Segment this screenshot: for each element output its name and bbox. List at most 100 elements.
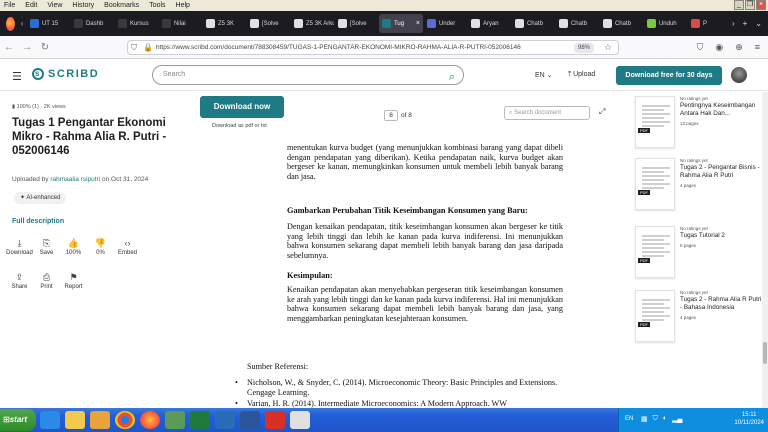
browser-tab[interactable]: Z5 3K — [203, 14, 246, 33]
browser-tab[interactable]: Aryan — [468, 14, 511, 33]
word-icon[interactable] — [240, 411, 260, 429]
reload-icon[interactable]: ↻ — [36, 42, 54, 53]
report-button[interactable]: ⚑ Report — [60, 272, 87, 290]
download-as-pdf-text[interactable]: Download as pdf or txt — [212, 123, 267, 129]
start-button[interactable]: ⊞start — [0, 409, 36, 431]
related-document-card[interactable]: PDF No ratings yet Pentingnya Keseimbangan… — [635, 96, 765, 154]
site-search-input[interactable]: Search ⌕ — [152, 65, 464, 85]
language-selector[interactable]: EN ⌄ — [535, 71, 553, 79]
firefox-icon[interactable] — [6, 16, 15, 31]
back-icon[interactable]: ← — [0, 42, 18, 53]
related-document-card[interactable]: PDF No ratings yet Tugas 2 - Pengantar Bis… — [635, 158, 765, 216]
paint-icon[interactable] — [290, 411, 310, 429]
tab-scroll-right-icon[interactable]: › — [732, 19, 735, 28]
lock-icon[interactable]: 🔒 — [143, 43, 153, 52]
document-search-input[interactable]: ⌕ Search document — [504, 106, 590, 120]
scrollbar-thumb[interactable] — [763, 342, 767, 364]
fullscreen-icon[interactable]: ⤢ — [599, 107, 605, 117]
browser-tab[interactable]: Unduh — [644, 14, 687, 33]
browser-tab[interactable]: [Solve — [247, 14, 290, 33]
extensions-icon[interactable]: ⊕ — [735, 42, 743, 53]
volume-icon[interactable]: ◐ — [663, 415, 667, 423]
document-thumbnail[interactable]: PDF — [635, 226, 675, 278]
menu-help[interactable]: Help — [176, 2, 190, 9]
browser-tab[interactable]: Nilai — [159, 14, 202, 33]
bookmark-star-icon[interactable]: ☆ — [604, 42, 612, 53]
menu-file[interactable]: File — [4, 2, 15, 9]
restore-button[interactable]: ❐ — [745, 0, 755, 10]
zoom-level[interactable]: 98% — [573, 43, 594, 53]
menu-tools[interactable]: Tools — [149, 2, 165, 9]
list-tabs-icon[interactable]: ⌄ — [755, 19, 762, 28]
close-tab-icon[interactable]: × — [416, 20, 420, 27]
menu-history[interactable]: History — [72, 2, 94, 9]
forward-icon[interactable]: → — [18, 42, 36, 53]
account-icon[interactable]: ◉ — [715, 42, 723, 53]
chrome-icon[interactable] — [115, 411, 135, 429]
network-icon[interactable]: ▦ — [641, 415, 648, 423]
media-icon[interactable] — [90, 411, 110, 429]
ie-icon[interactable] — [40, 411, 60, 429]
related-title[interactable]: Tugas Tutorial 2 — [680, 232, 765, 240]
browser-tab[interactable]: Z5 3K Arkus — [291, 14, 334, 33]
tool-icon[interactable] — [165, 411, 185, 429]
related-document-card[interactable]: PDF No ratings yet Tugas Tutorial 2 5 pages — [635, 226, 765, 284]
browser-tab[interactable]: UT 15 — [27, 14, 70, 33]
firefox-taskbar-icon[interactable] — [140, 411, 160, 429]
embed-button[interactable]: ‹› Embed — [114, 238, 141, 256]
download-now-button[interactable]: Download now — [200, 96, 284, 118]
menu-view[interactable]: View — [47, 2, 62, 9]
excel-icon[interactable] — [190, 411, 210, 429]
browser-tab[interactable]: Dashb — [71, 14, 114, 33]
signal-icon[interactable]: ▂▄ — [672, 415, 682, 423]
0--button[interactable]: 👎 0% — [87, 238, 114, 256]
tray-language[interactable]: EN — [625, 416, 633, 422]
pdf-icon[interactable] — [265, 411, 285, 429]
url-bar[interactable]: ⛉ 🔒 https://www.scribd.com/document/7883… — [127, 40, 619, 55]
browser-tab[interactable]: Kursus — [115, 14, 158, 33]
share-button[interactable]: ⇪ Share — [6, 272, 33, 290]
uploader-link[interactable]: rahmaalia rsiputri — [50, 176, 100, 183]
print-button[interactable]: ⎙ Print — [33, 272, 60, 290]
clock[interactable]: 15:11 10/11/2024 — [734, 411, 764, 427]
new-tab-icon[interactable]: + — [743, 19, 748, 28]
menu-bookmarks[interactable]: Bookmarks — [104, 2, 139, 9]
related-title[interactable]: Tugas 2 - Pengantar Bisnis - Rahma Alia … — [680, 164, 765, 180]
page-number-input[interactable]: 8 — [384, 110, 398, 121]
document-thumbnail[interactable]: PDF — [635, 290, 675, 342]
scrollbar[interactable] — [762, 92, 768, 408]
menu-icon[interactable]: ≡ — [755, 42, 760, 53]
document-thumbnail[interactable]: PDF — [635, 96, 675, 148]
shield-icon[interactable]: ⛉ — [131, 43, 137, 53]
100--button[interactable]: 👍 100% — [60, 238, 87, 256]
app-icon[interactable] — [215, 411, 235, 429]
download-free-button[interactable]: Download free for 30 days — [616, 66, 722, 85]
related-title[interactable]: Pentingnya Keseimbangan Antara Hak Dan..… — [680, 102, 765, 118]
browser-tab[interactable]: Chatb — [600, 14, 643, 33]
browser-tab[interactable]: Chatb — [512, 14, 555, 33]
folder-icon[interactable] — [65, 411, 85, 429]
scribd-logo[interactable]: s SCRIBD — [32, 68, 99, 80]
hamburger-menu-icon[interactable]: ☰ — [12, 70, 22, 83]
upload-button[interactable]: ⤒ Upload — [568, 71, 595, 79]
close-window-button[interactable]: × — [756, 0, 766, 10]
search-icon[interactable]: ⌕ — [449, 68, 455, 86]
tab-favicon-icon — [426, 19, 436, 28]
full-description-link[interactable]: Full description — [12, 218, 64, 225]
related-document-card[interactable]: PDF No ratings yet Tugas 2 - Rahma Alia R … — [635, 290, 765, 348]
browser-tab[interactable]: [Solve — [335, 14, 378, 33]
shield-tray-icon[interactable]: ⛉ — [653, 415, 658, 423]
browser-tab[interactable]: Under — [424, 14, 467, 33]
download-button[interactable]: ⤓ Download — [6, 238, 33, 256]
menu-edit[interactable]: Edit — [25, 2, 37, 9]
save-button[interactable]: ⎘ Save — [33, 238, 60, 256]
browser-tab[interactable]: Chatb — [556, 14, 599, 33]
browser-tab[interactable]: P — [688, 14, 731, 33]
minimize-button[interactable]: _ — [734, 0, 744, 10]
avatar[interactable] — [731, 67, 747, 83]
related-title[interactable]: Tugas 2 - Rahma Alia R Putri - Bahasa In… — [680, 296, 765, 312]
document-thumbnail[interactable]: PDF — [635, 158, 675, 210]
browser-tab[interactable]: Tug × — [378, 14, 423, 33]
pocket-icon[interactable]: ⛉ — [697, 42, 704, 53]
url-text[interactable]: https://www.scribd.com/document/78830845… — [156, 44, 551, 51]
